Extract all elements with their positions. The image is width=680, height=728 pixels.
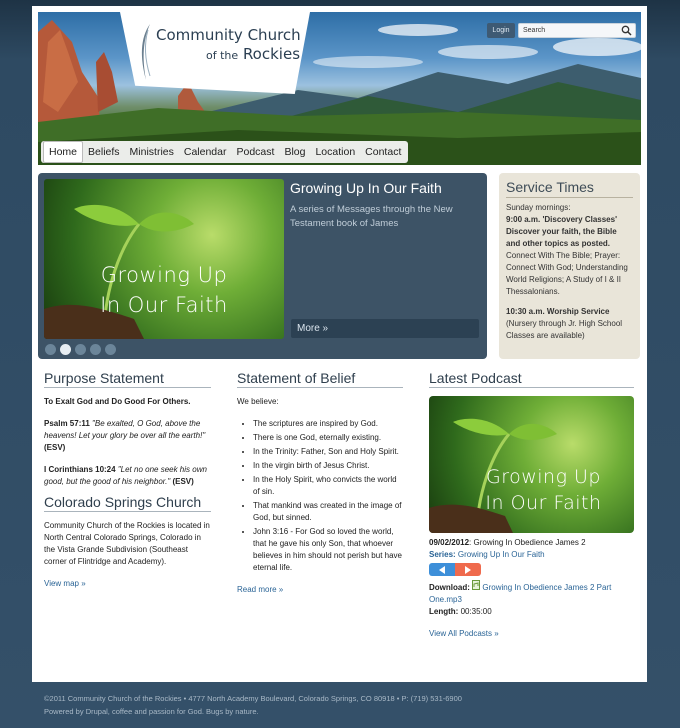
podcast-image[interactable]: Growing Up In Our Faith [429, 396, 634, 533]
verse-ref: Psalm 57:11 [44, 419, 90, 428]
podcast-image-text-line1: Growing Up [485, 466, 601, 488]
slide-pager [45, 344, 116, 355]
podcast-series: Series: Growing Up In Our Faith [429, 549, 634, 561]
belief-item: In the Holy Spirit, who convicts the wor… [253, 474, 403, 498]
slide-dot[interactable] [90, 344, 101, 355]
slide-description: A series of Messages through the New Tes… [290, 204, 453, 229]
nav-item-ministries[interactable]: Ministries [125, 142, 179, 162]
view-all-podcasts-link[interactable]: View All Podcasts » [429, 629, 499, 638]
service-classes: 9:00 a.m. 'Discovery Classes' Discover y… [506, 215, 617, 248]
podcast-download: Download: Growing In Obedience James 2 P… [429, 580, 634, 606]
series-link[interactable]: Growing Up In Our Faith [458, 550, 545, 559]
rewind-button[interactable] [429, 563, 455, 576]
download-label: Download: [429, 583, 470, 592]
colorado-text: Community Church of the Rockies is locat… [44, 521, 210, 566]
slide-image-text-line1: Growing Up [100, 263, 228, 287]
logo-text-line1: Community Church [156, 26, 301, 44]
purpose-verse-1: Psalm 57:11 "Be exalted, O God, above th… [44, 418, 211, 454]
logo-text-line2: of the Rockies [206, 45, 300, 63]
footer-address: ©2011 Community Church of the Rockies • … [44, 694, 462, 703]
read-more-link[interactable]: Read more » [237, 585, 283, 594]
belief-intro: We believe: [237, 397, 279, 406]
purpose-column: Purpose Statement To Exalt God and Do Go… [44, 370, 211, 588]
view-map-link[interactable]: View map » [44, 579, 86, 588]
podcast-date: 09/02/2012 [429, 538, 470, 547]
podcast-episode-title: : Growing In Obedience James 2 [469, 538, 586, 547]
length-value: 00:35:00 [460, 607, 492, 616]
nav-item-calendar[interactable]: Calendar [179, 142, 232, 162]
search-input[interactable]: Search [518, 23, 636, 38]
verse-version: (ESV) [172, 477, 194, 486]
podcast-length: Length: 00:35:00 [429, 606, 634, 618]
colorado-title: Colorado Springs Church [44, 494, 211, 512]
series-label: Series: [429, 550, 456, 559]
belief-item: In the Trinity: Father, Son and Holy Spi… [253, 446, 403, 458]
footer-credits: Powered by Drupal, coffee and passion fo… [44, 707, 259, 716]
audio-player [429, 563, 634, 576]
slide-dot-active[interactable] [60, 344, 71, 355]
logo-rockies: Rockies [242, 45, 301, 63]
slide-more-button[interactable]: More » [291, 319, 479, 338]
verse-ref: I Corinthians 10:24 [44, 465, 116, 474]
nav-item-contact[interactable]: Contact [360, 142, 406, 162]
login-button[interactable]: Login [487, 23, 515, 38]
podcast-column: Latest Podcast Growing Up In Our Faith 0… [429, 370, 634, 638]
belief-item: The scriptures are inspired by God. [253, 418, 403, 430]
belief-list: The scriptures are inspired by God. Ther… [253, 418, 403, 574]
main-nav: Home Beliefs Ministries Calendar Podcast… [41, 141, 409, 163]
header-banner: Community Church of the Rockies Login Se… [38, 12, 641, 165]
play-button[interactable] [455, 563, 481, 576]
belief-title: Statement of Belief [237, 370, 403, 388]
nav-item-home[interactable]: Home [43, 141, 84, 163]
site-footer: ©2011 Community Church of the Rockies • … [44, 692, 462, 718]
nav-item-beliefs[interactable]: Beliefs [83, 142, 125, 162]
slide-title[interactable]: Growing Up In Our Faith [290, 180, 442, 196]
podcast-episode: 09/02/2012: Growing In Obedience James 2 [429, 537, 634, 549]
belief-item: John 3:16 - For God so loved the world, … [253, 526, 403, 574]
service-worship: 10:30 a.m. Worship Service [506, 307, 610, 316]
slide-image-text-line2: In Our Faith [100, 293, 228, 317]
podcast-title: Latest Podcast [429, 370, 634, 388]
slide-dot[interactable] [45, 344, 56, 355]
service-times-title: Service Times [506, 179, 633, 198]
service-times-panel: Service Times Sunday mornings: 9:00 a.m.… [499, 173, 640, 359]
purpose-lead: To Exalt God and Do Good For Others. [44, 397, 191, 406]
nav-item-blog[interactable]: Blog [279, 142, 310, 162]
slide-image[interactable]: Growing Up In Our Faith [44, 179, 284, 339]
service-classes-list: Connect With The Bible; Prayer: Connect … [506, 251, 628, 296]
rewind-icon [439, 565, 445, 574]
purpose-title: Purpose Statement [44, 370, 211, 388]
nav-item-location[interactable]: Location [310, 142, 360, 162]
verse-version: (ESV) [44, 443, 66, 452]
audio-file-icon [472, 580, 481, 590]
belief-item: That mankind was created in the image of… [253, 500, 403, 524]
site-logo[interactable]: Community Church of the Rockies [120, 12, 310, 94]
service-worship-note: (Nursery through Jr. High School Classes… [506, 319, 623, 340]
belief-column: Statement of Belief We believe: The scri… [237, 370, 403, 594]
logo-of-the: of the [206, 49, 239, 62]
play-icon [465, 565, 471, 574]
service-sunday: Sunday mornings: [506, 203, 571, 212]
slide-dot[interactable] [105, 344, 116, 355]
length-label: Length: [429, 607, 459, 616]
search-icon[interactable] [621, 25, 632, 36]
search-placeholder: Search [523, 27, 546, 34]
slide-dot[interactable] [75, 344, 86, 355]
nav-item-podcast[interactable]: Podcast [232, 142, 280, 162]
belief-item: There is one God, eternally existing. [253, 432, 403, 444]
logo-swoosh-icon [141, 24, 151, 80]
belief-item: In the virgin birth of Jesus Christ. [253, 460, 403, 472]
featured-slideshow: Growing Up In Our Faith Growing Up In Ou… [38, 173, 487, 359]
purpose-verse-2: I Corinthians 10:24 "Let no one seek his… [44, 464, 211, 488]
page-container: Community Church of the Rockies Login Se… [32, 6, 647, 682]
podcast-image-text-line2: In Our Faith [485, 492, 602, 514]
